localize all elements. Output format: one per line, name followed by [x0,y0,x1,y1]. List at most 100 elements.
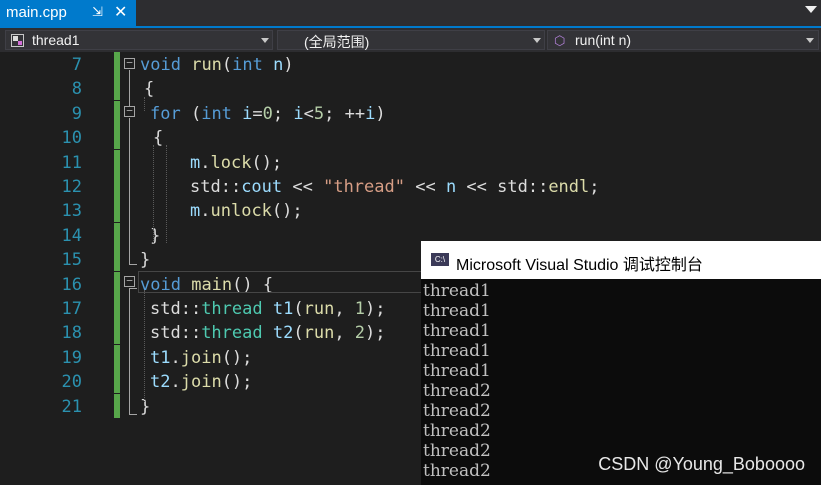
code-token: endl [548,177,590,197]
change-indicator [114,296,120,320]
code-token: ; ++ [324,103,366,124]
chevron-down-icon [806,38,814,43]
close-icon[interactable]: ✕ [114,2,127,22]
code-token: 5 [313,103,325,124]
code-token: (); [221,372,253,393]
line-number: 11 [61,152,82,173]
code-token: (); [271,201,303,222]
console-output-line: thread1 [423,281,491,301]
console-output-line: thread2 [423,421,491,441]
change-indicator [114,222,120,247]
code-token: run [303,299,335,319]
project-icon [11,34,24,47]
code-text: t2.join(); [150,372,252,392]
code-text: void run(int n) [140,55,294,75]
code-line[interactable]: 13 m.unlock(); [0,198,821,223]
code-token: std:: [190,177,242,197]
console-output: thread1 thread1 thread1 thread1 thread1 threa… [423,281,491,481]
line-number: 15 [61,250,82,271]
code-text: std::thread t1(run, 1); [150,299,386,319]
code-line[interactable]: 10 { [0,125,821,150]
code-token: thread [201,299,263,319]
code-token: . [200,152,211,173]
code-token: (); [251,152,283,173]
indent-guide [153,145,154,243]
debug-console-window[interactable]: C:\ Microsoft Visual Studio 调试控制台 thread… [421,241,821,485]
code-token: 0 [262,103,273,124]
line-number: 19 [61,347,82,368]
code-token: ( [293,323,304,344]
code-token: n [445,177,457,197]
line-number: 14 [61,225,82,246]
code-token: "thread" [323,177,405,197]
indent-guide [166,145,167,243]
console-output-line: thread2 [423,461,491,481]
code-token: n [273,55,284,75]
code-token: { [153,128,164,149]
method-icon: ⬡ [554,33,566,48]
code-text: std::cout << "thread" << n << std::endl; [190,177,600,197]
code-token: ) [283,55,294,75]
code-token: ; [272,103,294,124]
code-line[interactable]: 8{ [0,76,821,101]
code-token: , [334,299,355,319]
scope-label: (全局范围) [304,34,370,50]
code-text: } [150,226,160,246]
fold-toggle-icon[interactable]: − [124,57,135,69]
tab-overflow-dropdown-icon[interactable] [805,6,817,13]
code-token: << std:: [456,177,549,197]
code-token: = [252,103,263,124]
navigation-bar: thread1 (全局范围) ⬡ run(int n) [0,28,821,52]
change-indicator [114,320,120,345]
line-number: 16 [61,274,82,295]
tab-main-cpp[interactable]: main.cpp ⇲ ✕ [0,0,136,26]
code-token: join [180,347,222,368]
code-token: (); [221,347,253,368]
change-indicator [114,149,120,174]
fold-guide [129,264,137,265]
change-indicator [114,271,120,296]
code-token: , [334,323,355,344]
console-title: Microsoft Visual Studio 调试控制台 [456,257,703,274]
console-app-icon: C:\ [431,253,449,266]
code-text: } [140,250,150,270]
console-output-line: thread1 [423,321,491,341]
code-token: std:: [150,299,202,319]
code-token: ( [293,299,304,319]
fold-toggle-icon[interactable]: − [124,275,135,287]
fold-guide [129,414,137,415]
console-output-line: thread1 [423,341,491,361]
code-token: << [282,177,324,197]
code-token: for [150,103,181,124]
scope-dropdown[interactable]: (全局范围) [277,30,545,50]
fold-toggle-icon[interactable]: − [124,105,135,117]
code-line[interactable]: 12 std::cout << "thread" << n << std::end… [0,174,821,198]
project-dropdown[interactable]: thread1 [5,30,273,50]
code-token: i [293,103,304,124]
code-token: ; [589,177,600,197]
console-output-line: thread2 [423,441,491,461]
member-dropdown[interactable]: ⬡ run(int n) [547,30,819,50]
code-token: } [140,396,151,417]
change-indicator [114,52,120,76]
code-line[interactable]: 11 m.lock(); [0,149,821,174]
code-token: int [232,55,263,75]
fold-guide [129,70,130,106]
code-text: m.lock(); [190,153,282,173]
code-token: < [303,103,314,124]
line-number: 9 [71,103,82,124]
tab-label: main.cpp [6,4,67,21]
change-indicator [114,125,120,150]
line-number: 17 [61,299,82,319]
code-token: t1 [272,299,294,319]
indent-guide [144,97,145,111]
pin-icon[interactable]: ⇲ [92,4,103,20]
chevron-down-icon [261,38,269,43]
console-title-bar[interactable]: C:\ Microsoft Visual Studio 调试控制台 [421,241,821,279]
document-tab-bar: main.cpp ⇲ ✕ [0,0,821,26]
change-indicator [114,247,120,272]
